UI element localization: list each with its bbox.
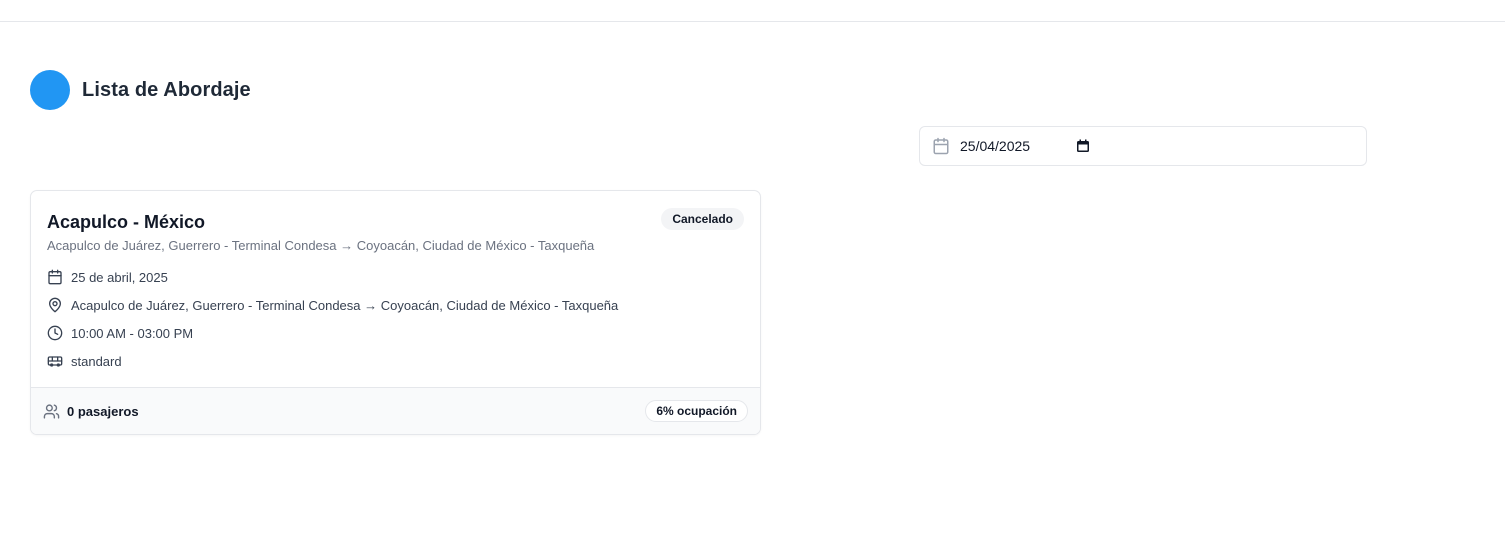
occupancy-badge: 6% ocupación <box>645 400 748 422</box>
avatar <box>30 70 70 110</box>
calendar-icon <box>47 269 63 285</box>
trip-route: Acapulco de Juárez, Guerrero - Terminal … <box>71 297 619 313</box>
trip-card[interactable]: Acapulco - México Acapulco de Juárez, Gu… <box>30 190 761 435</box>
users-icon <box>43 403 60 420</box>
trip-time-row: 10:00 AM - 03:00 PM <box>47 319 744 347</box>
calendar-icon <box>932 137 950 155</box>
date-value[interactable]: 25/04/2025 <box>960 138 1030 154</box>
trip-time: 10:00 AM - 03:00 PM <box>71 325 194 341</box>
route-title: Acapulco - México <box>47 212 206 232</box>
bus-type: standard <box>71 353 122 369</box>
map-pin-icon <box>47 297 63 313</box>
trip-info-list: 25 de abril, 2025 Acapulco de Juárez, Gu… <box>47 263 744 375</box>
page-title: Lista de Abordaje <box>82 78 251 101</box>
date-filter-input[interactable]: 25/04/2025 <box>919 126 1367 166</box>
trip-card-footer: 0 pasajeros 6% ocupación <box>31 387 760 434</box>
calendar-picker-icon[interactable] <box>1076 139 1090 153</box>
trip-date-row: 25 de abril, 2025 <box>47 263 744 291</box>
top-bar <box>0 0 1505 22</box>
passengers-info: 0 pasajeros <box>43 403 139 420</box>
page-header: Lista de Abordaje <box>30 70 251 110</box>
status-badge: Cancelado <box>661 208 744 230</box>
trip-date: 25 de abril, 2025 <box>71 269 168 285</box>
clock-icon <box>47 325 63 341</box>
route-subtitle: Acapulco de Juárez, Guerrero - Terminal … <box>47 238 595 253</box>
passenger-count: 0 pasajeros <box>67 403 139 419</box>
trip-route-row: Acapulco de Juárez, Guerrero - Terminal … <box>47 291 744 319</box>
bus-icon <box>47 353 63 369</box>
trip-card-body: Acapulco - México Acapulco de Juárez, Gu… <box>31 191 760 388</box>
trip-bus-row: standard <box>47 347 744 375</box>
